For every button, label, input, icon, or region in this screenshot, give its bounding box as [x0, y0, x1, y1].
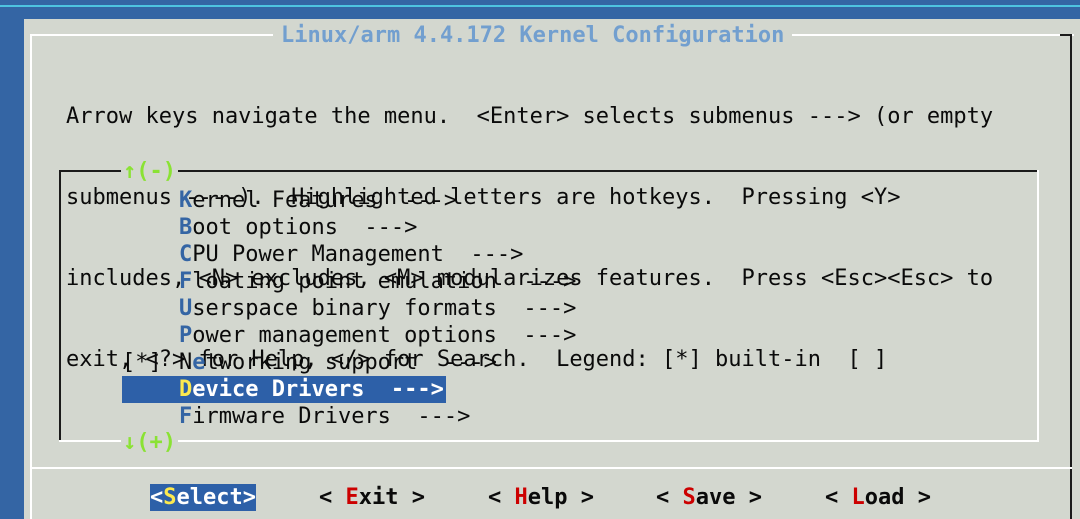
menu-box-border-top [59, 170, 1039, 172]
menu-item-label: oot options ---> [192, 215, 418, 240]
menu-item-hotkey: P [179, 323, 193, 348]
menu-item-hotkey: e [192, 350, 206, 375]
menu-item-hotkey: U [179, 296, 193, 321]
kernel-config-dialog: Linux/arm 4.4.172 Kernel Configuration A… [24, 19, 1080, 519]
menu-box-border-right [1037, 170, 1039, 442]
button-bar: <Select> < Exit > < Help > < Save > < Lo… [24, 484, 1080, 511]
save-button[interactable]: < Save > [656, 484, 762, 511]
help-button[interactable]: < Help > [488, 484, 594, 511]
menu-item-userspace-binary-formats[interactable]: Userspace binary formats ---> [122, 295, 576, 322]
menu-item-label: ernel Features ---> [192, 188, 458, 213]
menu-item-kernel-features[interactable]: Kernel Features ---> [122, 187, 457, 214]
button-label: xit [358, 485, 399, 510]
button-bracket: < [488, 485, 515, 510]
button-bracket: > [735, 485, 762, 510]
load-button[interactable]: < Load > [825, 484, 931, 511]
button-bracket: < [150, 485, 164, 510]
button-hotkey: S [163, 485, 177, 510]
button-bracket: < [319, 485, 346, 510]
menu-item-hotkey: D [179, 377, 193, 402]
button-label: ave [695, 485, 736, 510]
scroll-up-indicator[interactable]: ↑(-) [121, 158, 178, 185]
menu-item-label: evice Drivers ---> [192, 377, 444, 402]
select-button[interactable]: <Select> [150, 484, 256, 511]
button-label: elp [527, 485, 568, 510]
dialog-border-right [1070, 34, 1072, 519]
menu-item-networking-support[interactable]: [*] Networking support ---> [122, 349, 497, 376]
top-separator-line [0, 5, 1080, 7]
menu-item-label: ower management options ---> [192, 323, 577, 348]
menu-item-hotkey: C [179, 242, 193, 267]
button-hotkey: E [345, 485, 359, 510]
button-hotkey: H [514, 485, 528, 510]
button-bracket: > [567, 485, 594, 510]
button-hotkey: L [851, 485, 865, 510]
menu-box-border-left [59, 170, 61, 442]
builtin-checkbox[interactable]: [*] [122, 349, 179, 376]
dialog-border-corner [1060, 34, 1072, 36]
button-bracket: < [825, 485, 852, 510]
button-area-separator [30, 467, 1072, 469]
menu-item-hotkey: F [179, 404, 193, 429]
exit-button[interactable]: < Exit > [319, 484, 425, 511]
menu-item-label: PU Power Management ---> [192, 242, 524, 267]
page-title: Linux/arm 4.4.172 Kernel Configuration [273, 22, 793, 49]
button-bracket: < [656, 485, 683, 510]
menu-item-hotkey: B [179, 215, 193, 240]
menu-item-power-management-options[interactable]: Power management options ---> [122, 322, 576, 349]
button-label: oad [864, 485, 905, 510]
button-label: elect [176, 485, 243, 510]
menu-item-label: irmware Drivers ---> [192, 404, 471, 429]
button-bracket: > [398, 485, 425, 510]
menu-box-border-bottom [59, 440, 1039, 442]
menu-item-device-drivers[interactable]: Device Drivers ---> [122, 376, 446, 403]
menu-item-hotkey: F [179, 269, 193, 294]
menu-item-label: tworking support ---> [205, 350, 497, 375]
button-hotkey: S [682, 485, 696, 510]
menu-item-hotkey: K [179, 188, 193, 213]
button-bracket: > [242, 485, 256, 510]
dialog-border-left [30, 34, 32, 519]
button-bracket: > [904, 485, 931, 510]
menu-item-floating-point-emulation[interactable]: Floating point emulation ---> [122, 268, 576, 295]
menu-item-label: serspace binary formats ---> [192, 296, 577, 321]
menu-item-label-prefix: N [179, 350, 193, 375]
menu-item-label: loating point emulation ---> [192, 269, 577, 294]
menu-item-boot-options[interactable]: Boot options ---> [122, 214, 417, 241]
help-line: Arrow keys navigate the menu. <Enter> se… [66, 104, 994, 129]
menu-item-cpu-power-management[interactable]: CPU Power Management ---> [122, 241, 523, 268]
menu-item-firmware-drivers[interactable]: Firmware Drivers ---> [122, 403, 470, 430]
scroll-down-indicator[interactable]: ↓(+) [121, 429, 178, 456]
